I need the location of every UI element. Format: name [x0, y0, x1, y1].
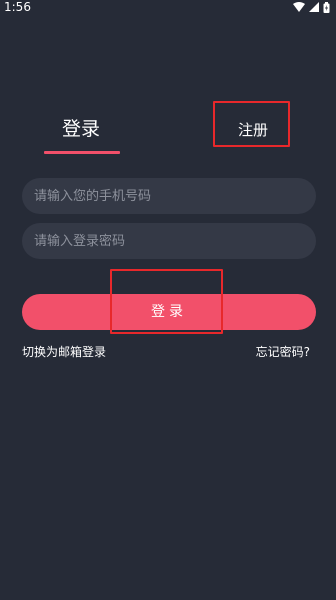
battery-icon	[323, 1, 330, 13]
forgot-password-link[interactable]: 忘记密码?	[256, 344, 310, 360]
tab-login[interactable]: 登录	[62, 116, 100, 142]
status-bar: 1:56	[0, 0, 336, 18]
tab-register[interactable]: 注册	[238, 120, 268, 140]
switch-email-login-link[interactable]: 切换为邮箱登录	[22, 344, 106, 360]
wifi-icon	[293, 2, 305, 12]
phone-input[interactable]	[22, 178, 316, 214]
tab-login-underline	[44, 151, 120, 154]
status-time: 1:56	[4, 0, 31, 14]
login-button-label: 登录	[151, 304, 187, 320]
signal-icon	[309, 2, 319, 12]
password-input[interactable]	[22, 223, 316, 259]
status-icons	[293, 1, 330, 13]
login-button[interactable]: 登录	[22, 294, 316, 330]
